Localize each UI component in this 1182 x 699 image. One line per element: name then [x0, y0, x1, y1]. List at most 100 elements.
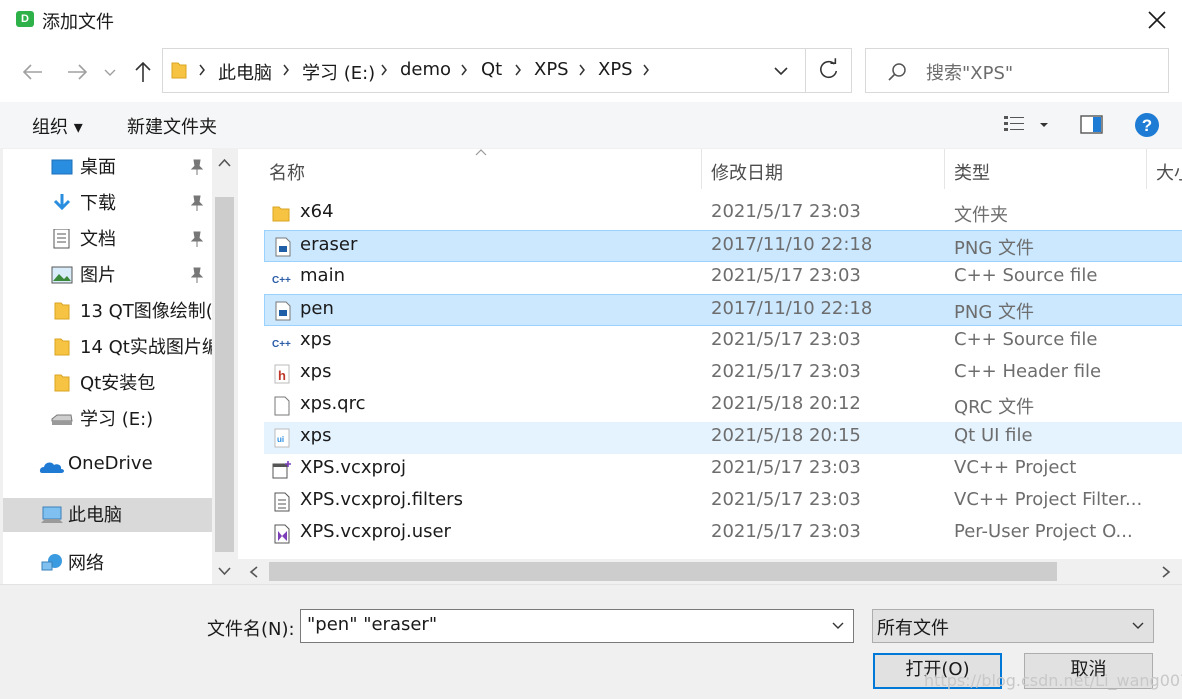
chevron-right-icon[interactable] — [197, 61, 207, 79]
scroll-down-icon[interactable] — [217, 565, 232, 577]
forward-arrow-icon[interactable] — [62, 60, 92, 84]
sidebar-item-drive-e[interactable]: 学习 (E:) — [3, 402, 212, 436]
table-row[interactable]: xps.qrc 2021/5/18 20:12 QRC 文件 — [264, 390, 1182, 422]
table-row[interactable]: XPS.vcxproj.user 2021/5/17 23:03 Per-Use… — [264, 518, 1182, 550]
sidebar-item-pictures[interactable]: 图片 — [3, 258, 212, 292]
sidebar-item-this-pc[interactable]: 此电脑 — [3, 498, 212, 532]
back-arrow-icon[interactable] — [18, 60, 48, 84]
sidebar-item-label: Qt安装包 — [80, 373, 156, 394]
sidebar-scrollbar[interactable] — [212, 149, 237, 584]
chevron-down-icon[interactable] — [831, 621, 845, 631]
file-type: Per-User Project O... — [954, 521, 1133, 542]
chevron-right-icon[interactable] — [459, 61, 469, 79]
chevron-down-icon[interactable] — [1131, 621, 1145, 631]
table-row[interactable]: C++ main 2021/5/17 23:03 C++ Source file — [264, 262, 1182, 294]
sidebar-item-folder-14[interactable]: 14 Qt实战图片编 — [3, 330, 212, 364]
up-arrow-icon[interactable] — [128, 60, 158, 84]
pictures-icon — [51, 266, 73, 284]
sidebar-item-label: 下载 — [80, 193, 116, 214]
scrollbar-thumb[interactable] — [215, 197, 234, 552]
column-header-date[interactable]: 修改日期 — [711, 159, 783, 185]
address-bar[interactable]: 此电脑 学习 (E:) demo Qt XPS XPS — [162, 48, 852, 93]
file-type: Qt UI file — [954, 425, 1033, 446]
search-icon — [888, 63, 906, 81]
chevron-right-icon[interactable] — [379, 61, 389, 79]
chevron-right-icon[interactable] — [641, 61, 651, 79]
sidebar-item-folder-13[interactable]: 13 QT图像绘制( — [3, 294, 212, 328]
file-name: main — [300, 265, 345, 286]
chevron-right-icon[interactable] — [577, 61, 587, 79]
organize-menu-button[interactable]: 组织 ▾ — [32, 113, 83, 139]
chevron-right-icon[interactable] — [513, 61, 523, 79]
file-type-select[interactable]: 所有文件 — [872, 609, 1154, 643]
desktop-icon — [51, 159, 73, 175]
sidebar-item-desktop[interactable]: 桌面 — [3, 150, 212, 184]
breadcrumb-qt[interactable]: Qt — [481, 59, 502, 80]
search-box[interactable]: 搜索"XPS" — [865, 48, 1169, 93]
help-icon[interactable]: ? — [1134, 112, 1160, 138]
filename-label: 文件名(N): — [207, 619, 295, 640]
file-type: C++ Header file — [954, 361, 1102, 382]
sidebar-item-qt-installer[interactable]: Qt安装包 — [3, 366, 212, 400]
breadcrumb-xps[interactable]: XPS — [534, 59, 569, 80]
scroll-up-icon[interactable] — [217, 157, 232, 169]
table-row[interactable]: C++ xps 2021/5/17 23:03 C++ Source file — [264, 326, 1182, 358]
sidebar-item-downloads[interactable]: 下载 — [3, 186, 212, 220]
column-header-name[interactable]: 名称 — [269, 159, 305, 185]
file-type: QRC 文件 — [954, 397, 1035, 418]
file-list: 名称 修改日期 类型 大小 x64 2021/5/17 23:03 文件夹 er… — [238, 149, 1182, 559]
view-options-icon[interactable] — [1004, 114, 1052, 136]
column-divider[interactable] — [701, 149, 702, 189]
sidebar-item-label: 文档 — [80, 229, 116, 250]
preview-pane-icon[interactable] — [1080, 114, 1104, 136]
scroll-left-icon[interactable] — [248, 565, 260, 579]
scrollbar-thumb[interactable] — [269, 562, 1057, 581]
pin-icon[interactable] — [189, 230, 205, 248]
chevron-down-icon[interactable] — [769, 61, 793, 81]
table-row[interactable]: eraser 2017/11/10 22:18 PNG 文件 — [264, 230, 1182, 262]
file-type: VC++ Project — [954, 457, 1077, 478]
breadcrumb-xps-current[interactable]: XPS — [598, 59, 633, 80]
table-row[interactable]: ui xps 2021/5/18 20:15 Qt UI file — [264, 422, 1182, 454]
chevron-right-icon[interactable] — [281, 61, 291, 79]
column-divider[interactable] — [944, 149, 945, 189]
breadcrumb-this-pc[interactable]: 此电脑 — [218, 59, 272, 85]
breadcrumb-drive-e[interactable]: 学习 (E:) — [302, 59, 375, 85]
file-name: xps — [300, 425, 332, 446]
refresh-icon[interactable] — [805, 49, 852, 92]
command-toolbar: 组织 ▾ 新建文件夹 ? — [0, 102, 1182, 148]
filters-icon — [274, 492, 290, 512]
navigation-pane: 桌面 下载 文档 图片 13 QT图像绘制( 14 Qt实战图片编 Qt安装包 … — [3, 149, 212, 584]
sidebar-item-documents[interactable]: 文档 — [3, 222, 212, 256]
table-row[interactable]: h xps 2021/5/17 23:03 C++ Header file — [264, 358, 1182, 390]
table-row[interactable]: pen 2017/11/10 22:18 PNG 文件 — [264, 294, 1182, 326]
sidebar-item-network[interactable]: 网络 — [3, 546, 212, 580]
filename-field[interactable]: "pen" "eraser" — [300, 609, 854, 643]
app-icon: D — [16, 11, 34, 27]
file-list-horizontal-scrollbar[interactable] — [238, 559, 1182, 584]
recent-locations-icon[interactable] — [100, 60, 120, 84]
sidebar-item-label: 学习 (E:) — [80, 409, 154, 430]
pin-icon[interactable] — [189, 266, 205, 284]
file-date: 2021/5/17 23:03 — [711, 489, 861, 510]
cpp-source-icon: C++ — [272, 339, 291, 350]
breadcrumb-demo[interactable]: demo — [400, 59, 451, 80]
file-type-value: 所有文件 — [877, 618, 949, 639]
column-header-type[interactable]: 类型 — [954, 159, 990, 185]
cpp-source-icon: C++ — [272, 275, 291, 286]
table-row[interactable]: x64 2021/5/17 23:03 文件夹 — [264, 198, 1182, 230]
table-row[interactable]: XPS.vcxproj 2021/5/17 23:03 VC++ Project — [264, 454, 1182, 486]
scroll-right-icon[interactable] — [1160, 565, 1172, 579]
sidebar-item-onedrive[interactable]: OneDrive — [3, 450, 212, 484]
file-date: 2021/5/18 20:15 — [711, 425, 861, 446]
pin-icon[interactable] — [189, 194, 205, 212]
column-header-size[interactable]: 大小 — [1156, 159, 1182, 185]
table-row[interactable]: XPS.vcxproj.filters 2021/5/17 23:03 VC++… — [264, 486, 1182, 518]
close-icon[interactable] — [1140, 4, 1174, 36]
search-input[interactable]: 搜索"XPS" — [926, 59, 1013, 85]
help-label: ? — [1142, 116, 1152, 135]
new-folder-button[interactable]: 新建文件夹 — [127, 113, 217, 139]
column-divider[interactable] — [1146, 149, 1147, 189]
pin-icon[interactable] — [189, 158, 205, 176]
filename-value[interactable]: "pen" "eraser" — [307, 614, 437, 635]
